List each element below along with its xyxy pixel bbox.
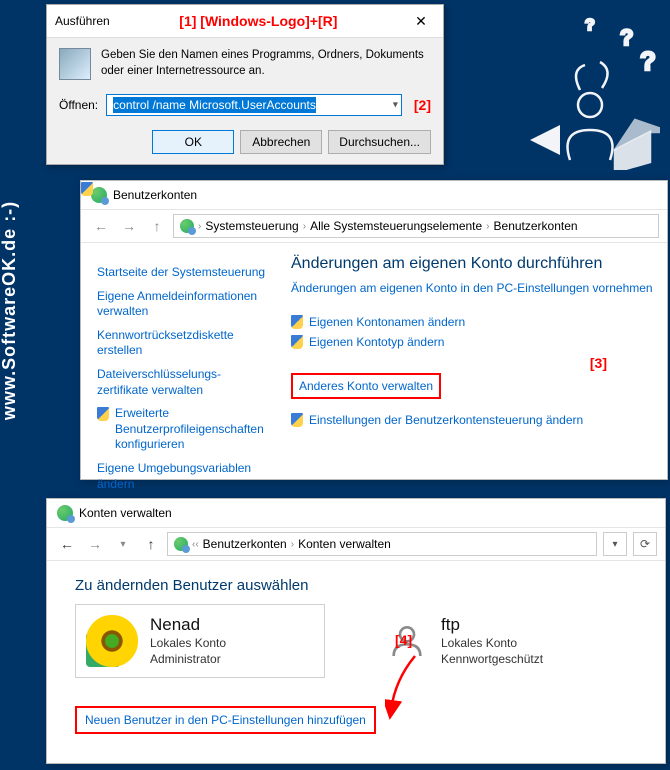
crumb-0[interactable]: Benutzerkonten — [203, 537, 287, 551]
chevron-down-icon[interactable]: ▾ — [393, 100, 398, 111]
link-manage-other[interactable]: Anderes Konto verwalten — [299, 379, 433, 393]
svg-text:?: ? — [585, 17, 595, 34]
link-add-user[interactable]: Neuen Benutzer in den PC-Einstellungen h… — [85, 713, 366, 727]
shield-icon — [81, 182, 93, 196]
highlight-box-4: Neuen Benutzer in den PC-Einstellungen h… — [75, 706, 376, 734]
back-icon[interactable]: ← — [89, 214, 113, 238]
up-icon[interactable]: ↑ — [145, 214, 169, 238]
shield-icon — [291, 335, 303, 349]
refresh-icon[interactable]: ⟳ — [633, 532, 657, 556]
sidebar-credentials[interactable]: Eigene Anmeldeinformationen verwalten — [97, 289, 273, 320]
crumb-0[interactable]: Systemsteuerung — [205, 219, 298, 233]
window-title: Benutzerkonten — [113, 188, 197, 202]
open-label: Öffnen: — [59, 98, 98, 112]
account-name: ftp — [441, 615, 543, 635]
shield-icon — [97, 407, 109, 421]
sidebar-certs[interactable]: Dateiverschlüsselungs- zertifikate verwa… — [97, 367, 273, 398]
link-change-type[interactable]: Eigenen Kontotyp ändern — [291, 335, 657, 349]
avatar — [86, 615, 138, 667]
address-icon — [180, 219, 194, 233]
close-icon[interactable]: ✕ — [407, 11, 435, 31]
user-accounts-icon — [57, 505, 73, 521]
chevron-right-icon: › — [486, 221, 489, 232]
crumb-1[interactable]: Konten verwalten — [298, 537, 391, 551]
watermark-text: www.SoftwareOK.de :-) — [0, 201, 20, 420]
account-protected: Kennwortgeschützt — [441, 651, 543, 667]
chevron-left-icon: ‹‹ — [192, 539, 199, 550]
run-icon — [59, 48, 91, 80]
account-type: Lokales Konto — [150, 635, 226, 651]
svg-text:?: ? — [620, 25, 633, 50]
annotation-4: [4] — [395, 632, 412, 648]
crumb-2[interactable]: Benutzerkonten — [494, 219, 578, 233]
run-description: Geben Sie den Namen eines Programms, Ord… — [101, 48, 431, 80]
sidebar-profiles[interactable]: Erweiterte Benutzerprofileigenschaften k… — [97, 406, 273, 453]
account-card[interactable]: Nenad Lokales Konto Administrator — [75, 604, 325, 678]
annotation-2: [2] — [414, 97, 431, 113]
user-accounts-window: Benutzerkonten ← → ↑ › Systemsteuerung ›… — [80, 180, 668, 480]
shield-icon — [291, 315, 303, 329]
address-dropdown[interactable]: ▾ — [603, 532, 627, 556]
run-dialog: Ausführen [1] [Windows-Logo]+[R] ✕ Geben… — [46, 4, 444, 165]
account-type: Lokales Konto — [441, 635, 543, 651]
chevron-down-icon[interactable]: ▾ — [111, 532, 135, 556]
main-heading: Änderungen am eigenen Konto durchführen — [291, 255, 657, 273]
crumb-1[interactable]: Alle Systemsteuerungselemente — [310, 219, 482, 233]
sidebar-envvars[interactable]: Eigene Umgebungsvariablen ändern — [97, 461, 273, 492]
forward-icon: → — [83, 532, 107, 556]
address-icon — [174, 537, 188, 551]
highlight-box-3: Anderes Konto verwalten — [291, 373, 441, 399]
sidebar-home[interactable]: Startseite der Systemsteuerung — [97, 265, 273, 281]
browse-button[interactable]: Durchsuchen... — [328, 130, 431, 154]
decorative-graphic: ? ? ? — [510, 10, 660, 170]
account-role: Administrator — [150, 651, 226, 667]
sidebar-reset-disk[interactable]: Kennwortrücksetzdiskette erstellen — [97, 328, 273, 359]
user-accounts-icon — [91, 187, 107, 203]
shield-icon — [291, 413, 303, 427]
link-uac-settings[interactable]: Einstellungen der Benutzerkontensteuerun… — [291, 413, 657, 427]
chevron-right-icon: › — [198, 221, 201, 232]
back-icon[interactable]: ← — [55, 532, 79, 556]
window-title: Konten verwalten — [79, 506, 172, 520]
ok-button[interactable]: OK — [152, 130, 234, 154]
svg-text:?: ? — [640, 46, 656, 76]
open-input[interactable]: control /name Microsoft.UserAccounts — [106, 94, 402, 116]
chevron-right-icon: › — [291, 539, 294, 550]
manage-accounts-window: Konten verwalten ← → ▾ ↑ ‹‹ Benutzerkont… — [46, 498, 666, 764]
forward-icon: → — [117, 214, 141, 238]
run-dialog-title: Ausführen — [55, 14, 110, 28]
cancel-button[interactable]: Abbrechen — [240, 130, 322, 154]
breadcrumb[interactable]: › Systemsteuerung › Alle Systemsteuerung… — [173, 214, 659, 238]
link-rename-account[interactable]: Eigenen Kontonamen ändern — [291, 315, 657, 329]
annotation-1: [1] [Windows-Logo]+[R] — [110, 13, 407, 29]
select-user-heading: Zu ändernden Benutzer auswählen — [75, 577, 645, 594]
chevron-right-icon: › — [303, 221, 306, 232]
annotation-3: [3] — [590, 355, 607, 371]
up-icon[interactable]: ↑ — [139, 532, 163, 556]
account-name: Nenad — [150, 615, 226, 635]
breadcrumb[interactable]: ‹‹ Benutzerkonten › Konten verwalten — [167, 532, 597, 556]
link-pc-settings[interactable]: Änderungen am eigenen Konto in den PC-Ei… — [291, 281, 657, 295]
